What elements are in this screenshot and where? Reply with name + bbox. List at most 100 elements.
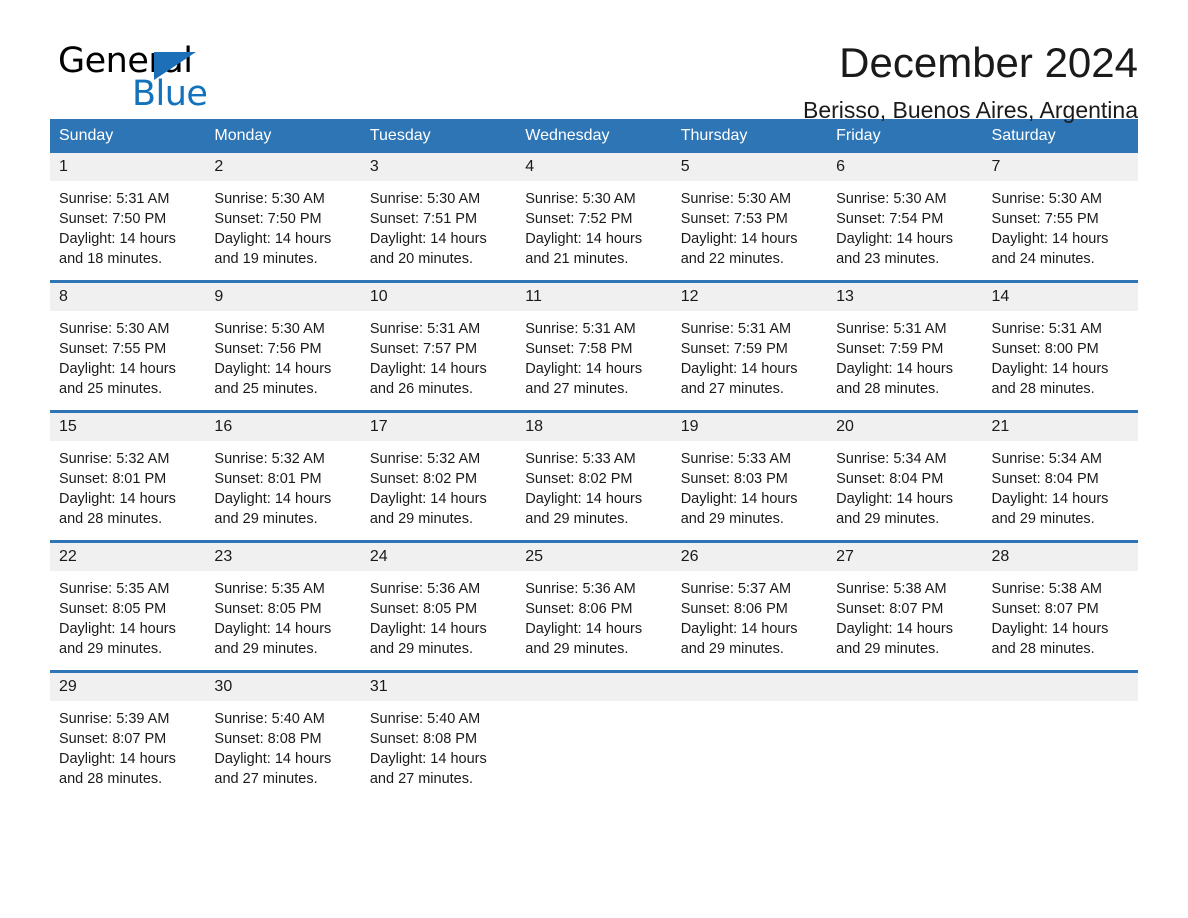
day-cell[interactable]: 20 Sunrise: 5:34 AM Sunset: 8:04 PM Dayl… [827,413,983,529]
day-number: 24 [360,543,517,571]
day-cell[interactable]: 12 Sunrise: 5:31 AM Sunset: 7:59 PM Dayl… [671,283,828,399]
sunset-text: Sunset: 8:02 PM [525,471,633,487]
sunrise-text: Sunrise: 5:30 AM [680,191,792,207]
day-number: 3 [360,153,517,181]
day-cell[interactable]: 31 Sunrise: 5:40 AM Sunset: 8:08 PM Dayl… [360,673,517,789]
daylight-text-line2: and 27 minutes. [525,381,629,397]
sunset-text: Sunset: 8:06 PM [525,601,633,617]
sunrise-text: Sunrise: 5:40 AM [369,711,481,727]
sunset-text: Sunset: 7:52 PM [525,211,633,227]
day-info: Sunrise: 5:30 AM Sunset: 7:52 PM Dayligh… [516,181,671,269]
sunset-text: Sunset: 8:08 PM [369,731,478,747]
daylight-text-line2: and 19 minutes. [214,251,318,267]
day-number: 6 [827,153,983,181]
day-number: 10 [360,283,517,311]
daylight-text-line1: Daylight: 14 hours [214,621,332,637]
day-cell[interactable]: 19 Sunrise: 5:33 AM Sunset: 8:03 PM Dayl… [671,413,828,529]
daylight-text-line2: and 29 minutes. [214,511,318,527]
sunset-text: Sunset: 7:55 PM [991,211,1099,227]
day-number: 15 [50,413,206,441]
calendar-page: General Blue December 2024 Berisso, Buen… [0,0,1188,918]
day-number: 27 [827,543,983,571]
day-number: 9 [205,283,361,311]
day-cell[interactable]: 17 Sunrise: 5:32 AM Sunset: 8:02 PM Dayl… [360,413,517,529]
day-info: Sunrise: 5:31 AM Sunset: 7:57 PM Dayligh… [361,311,516,399]
day-cell[interactable]: 29 Sunrise: 5:39 AM Sunset: 8:07 PM Dayl… [50,673,206,789]
daylight-text-line1: Daylight: 14 hours [836,491,953,507]
day-cell[interactable]: 1 Sunrise: 5:31 AM Sunset: 7:50 PM Dayli… [50,153,206,269]
generalblue-logo[interactable]: General Blue [58,44,358,114]
daylight-text-line1: Daylight: 14 hours [525,361,643,377]
sunrise-text: Sunrise: 5:38 AM [836,581,947,597]
calendar-body: 1 Sunrise: 5:31 AM Sunset: 7:50 PM Dayli… [50,153,1138,789]
day-cell[interactable]: 27 Sunrise: 5:38 AM Sunset: 8:07 PM Dayl… [827,543,983,659]
sunrise-text: Sunrise: 5:31 AM [991,321,1102,337]
daylight-text-line1: Daylight: 14 hours [680,361,798,377]
day-cell[interactable]: 9 Sunrise: 5:30 AM Sunset: 7:56 PM Dayli… [205,283,361,399]
sunrise-text: Sunrise: 5:31 AM [525,321,636,337]
day-cell[interactable]: 6 Sunrise: 5:30 AM Sunset: 7:54 PM Dayli… [827,153,983,269]
day-cell[interactable]: 16 Sunrise: 5:32 AM Sunset: 8:01 PM Dayl… [205,413,361,529]
day-cell[interactable]: 13 Sunrise: 5:31 AM Sunset: 7:59 PM Dayl… [827,283,983,399]
day-cell[interactable]: 25 Sunrise: 5:36 AM Sunset: 8:06 PM Dayl… [516,543,672,659]
day-number: 19 [671,413,828,441]
sunrise-text: Sunrise: 5:31 AM [369,321,481,337]
daylight-text-line2: and 25 minutes. [59,381,163,397]
day-info: Sunrise: 5:30 AM Sunset: 7:53 PM Dayligh… [672,181,827,269]
day-number: 8 [50,283,206,311]
day-info: Sunrise: 5:35 AM Sunset: 8:05 PM Dayligh… [205,571,360,659]
day-cell[interactable]: 28 Sunrise: 5:38 AM Sunset: 8:07 PM Dayl… [982,543,1138,659]
daylight-text-line1: Daylight: 14 hours [680,491,798,507]
day-cell[interactable]: 23 Sunrise: 5:35 AM Sunset: 8:05 PM Dayl… [205,543,361,659]
day-cell[interactable]: 8 Sunrise: 5:30 AM Sunset: 7:55 PM Dayli… [50,283,206,399]
day-number: 18 [516,413,672,441]
day-cell[interactable]: 18 Sunrise: 5:33 AM Sunset: 8:02 PM Dayl… [516,413,672,529]
day-cell[interactable]: 24 Sunrise: 5:36 AM Sunset: 8:05 PM Dayl… [360,543,517,659]
daylight-text-line2: and 25 minutes. [214,381,318,397]
daylight-text-line1: Daylight: 14 hours [525,491,643,507]
day-info [983,701,1138,709]
day-cell[interactable]: 30 Sunrise: 5:40 AM Sunset: 8:08 PM Dayl… [205,673,361,789]
sunrise-text: Sunrise: 5:30 AM [214,191,325,207]
day-cell[interactable]: 2 Sunrise: 5:30 AM Sunset: 7:50 PM Dayli… [205,153,361,269]
sunrise-text: Sunrise: 5:34 AM [836,451,947,467]
day-info: Sunrise: 5:32 AM Sunset: 8:01 PM Dayligh… [205,441,360,529]
sunrise-text: Sunrise: 5:32 AM [214,451,325,467]
daylight-text-line1: Daylight: 14 hours [836,231,953,247]
day-cell[interactable]: 15 Sunrise: 5:32 AM Sunset: 8:01 PM Dayl… [50,413,206,529]
day-info: Sunrise: 5:32 AM Sunset: 8:01 PM Dayligh… [50,441,205,529]
sunset-text: Sunset: 7:51 PM [369,211,478,227]
day-cell[interactable]: 11 Sunrise: 5:31 AM Sunset: 7:58 PM Dayl… [516,283,672,399]
day-cell[interactable]: 26 Sunrise: 5:37 AM Sunset: 8:06 PM Dayl… [671,543,828,659]
daylight-text-line2: and 29 minutes. [680,641,784,657]
daylight-text-line2: and 27 minutes. [369,771,474,787]
sunset-text: Sunset: 7:59 PM [836,341,944,357]
sunrise-text: Sunrise: 5:32 AM [369,451,481,467]
day-cell[interactable]: 3 Sunrise: 5:30 AM Sunset: 7:51 PM Dayli… [360,153,517,269]
calendar-week-row: 8 Sunrise: 5:30 AM Sunset: 7:55 PM Dayli… [50,283,1138,399]
daylight-text-line1: Daylight: 14 hours [59,621,176,637]
day-info [672,701,827,709]
day-cell[interactable]: 21 Sunrise: 5:34 AM Sunset: 8:04 PM Dayl… [982,413,1138,529]
day-cell[interactable]: 14 Sunrise: 5:31 AM Sunset: 8:00 PM Dayl… [982,283,1138,399]
day-cell[interactable]: 4 Sunrise: 5:30 AM Sunset: 7:52 PM Dayli… [516,153,672,269]
daylight-text-line1: Daylight: 14 hours [991,621,1109,637]
page-title: December 2024 [839,39,1138,86]
day-cell-empty [982,673,1138,789]
daylight-text-line1: Daylight: 14 hours [680,621,798,637]
day-info: Sunrise: 5:30 AM Sunset: 7:55 PM Dayligh… [50,311,205,399]
day-info: Sunrise: 5:39 AM Sunset: 8:07 PM Dayligh… [50,701,205,789]
day-cell[interactable]: 22 Sunrise: 5:35 AM Sunset: 8:05 PM Dayl… [50,543,206,659]
daylight-text-line2: and 29 minutes. [59,641,163,657]
day-cell[interactable]: 7 Sunrise: 5:30 AM Sunset: 7:55 PM Dayli… [982,153,1138,269]
sunrise-text: Sunrise: 5:30 AM [836,191,947,207]
sunset-text: Sunset: 7:50 PM [214,211,322,227]
page-header: General Blue December 2024 Berisso, Buen… [50,0,1138,123]
day-cell[interactable]: 10 Sunrise: 5:31 AM Sunset: 7:57 PM Dayl… [360,283,517,399]
daylight-text-line1: Daylight: 14 hours [991,231,1109,247]
day-cell[interactable]: 5 Sunrise: 5:30 AM Sunset: 7:53 PM Dayli… [671,153,828,269]
sunrise-text: Sunrise: 5:38 AM [991,581,1102,597]
day-info: Sunrise: 5:33 AM Sunset: 8:03 PM Dayligh… [672,441,827,529]
daylight-text-line1: Daylight: 14 hours [525,621,643,637]
day-cell-empty [516,673,672,789]
